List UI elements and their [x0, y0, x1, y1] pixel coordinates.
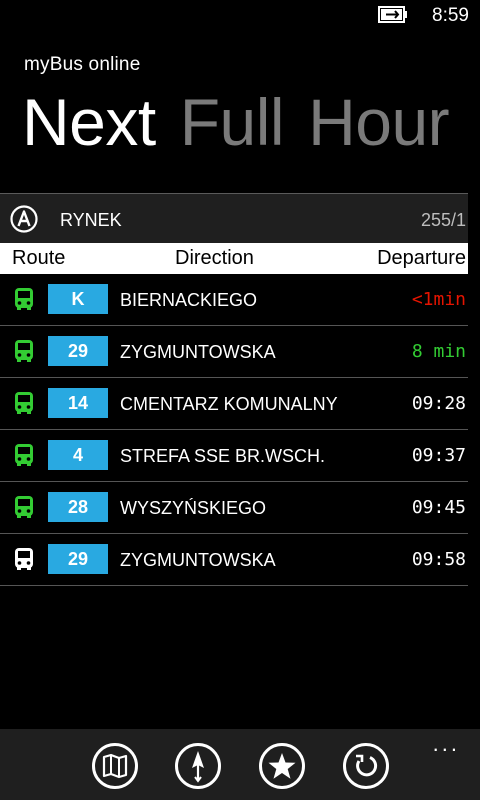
bus-icon	[15, 288, 33, 310]
route-badge: 4	[48, 440, 108, 470]
pivot-hour[interactable]: Hour	[308, 84, 450, 160]
stop-header[interactable]: RYNEK 255/1	[0, 193, 468, 243]
bus-icon	[15, 340, 33, 362]
direction-text: CMENTARZ KOMUNALNY	[120, 394, 338, 414]
direction-text: ZYGMUNTOWSKA	[120, 342, 276, 362]
route-badge: K	[48, 284, 108, 314]
table-row[interactable]: 14 CMENTARZ KOMUNALNY 09:28	[0, 378, 468, 430]
route-badge: 29	[48, 336, 108, 366]
bus-icon	[15, 548, 33, 570]
more-button[interactable]: ...	[433, 731, 460, 757]
route-badge: 28	[48, 492, 108, 522]
status-bar: 8:59	[0, 0, 480, 32]
app-bar: ...	[0, 729, 480, 800]
direction-text: BIERNACKIEGO	[120, 290, 258, 310]
stop-name: RYNEK	[60, 210, 122, 230]
departure-time: 09:45	[411, 497, 466, 518]
direction-text: WYSZYŃSKIEGO	[120, 498, 267, 518]
bus-icon	[15, 496, 33, 518]
table-header: Route Direction Departure	[0, 243, 468, 274]
table-row[interactable]: 29 ZYGMUNTOWSKA 09:58	[0, 534, 468, 586]
bus-icon	[15, 392, 33, 414]
table-row[interactable]: 4 STREFA SSE BR.WSCH. 09:37	[0, 430, 468, 482]
table-row[interactable]: 29 ZYGMUNTOWSKA 8 min	[0, 326, 468, 378]
column-direction: Direction	[175, 247, 254, 269]
departure-time: 09:28	[411, 393, 466, 414]
departure-time: 8 min	[411, 341, 466, 362]
stop-code: 255/1	[420, 210, 466, 230]
pivot-next[interactable]: Next	[22, 84, 156, 160]
refresh-icon[interactable]	[342, 742, 390, 790]
direction-text: ZYGMUNTOWSKA	[120, 550, 276, 570]
app-title: myBus online	[24, 54, 141, 75]
departure-time: <1min	[411, 289, 466, 310]
bus-icon	[15, 444, 33, 466]
compass-icon[interactable]	[174, 742, 222, 790]
column-route: Route	[12, 247, 66, 269]
battery-charging-icon	[378, 6, 407, 23]
departure-time: 09:37	[411, 445, 466, 466]
star-icon[interactable]	[258, 742, 306, 790]
table-row[interactable]: 28 WYSZYŃSKIEGO 09:45	[0, 482, 468, 534]
route-badge: 14	[48, 388, 108, 418]
column-departure: Departure	[377, 247, 466, 269]
letter-a-circle-icon	[10, 205, 38, 233]
departure-time: 09:58	[411, 549, 466, 570]
status-time: 8:59	[432, 5, 469, 26]
direction-text: STREFA SSE BR.WSCH.	[120, 446, 326, 466]
pivot-full[interactable]: Full	[180, 84, 285, 160]
route-badge: 29	[48, 544, 108, 574]
table-row[interactable]: K BIERNACKIEGO <1min	[0, 274, 468, 326]
pivot-header: Next Full Hour	[22, 84, 473, 160]
map-icon[interactable]	[91, 742, 139, 790]
departures-list: K BIERNACKIEGO <1min 29 ZYGMUNTOWSKA 8 m…	[0, 274, 468, 586]
